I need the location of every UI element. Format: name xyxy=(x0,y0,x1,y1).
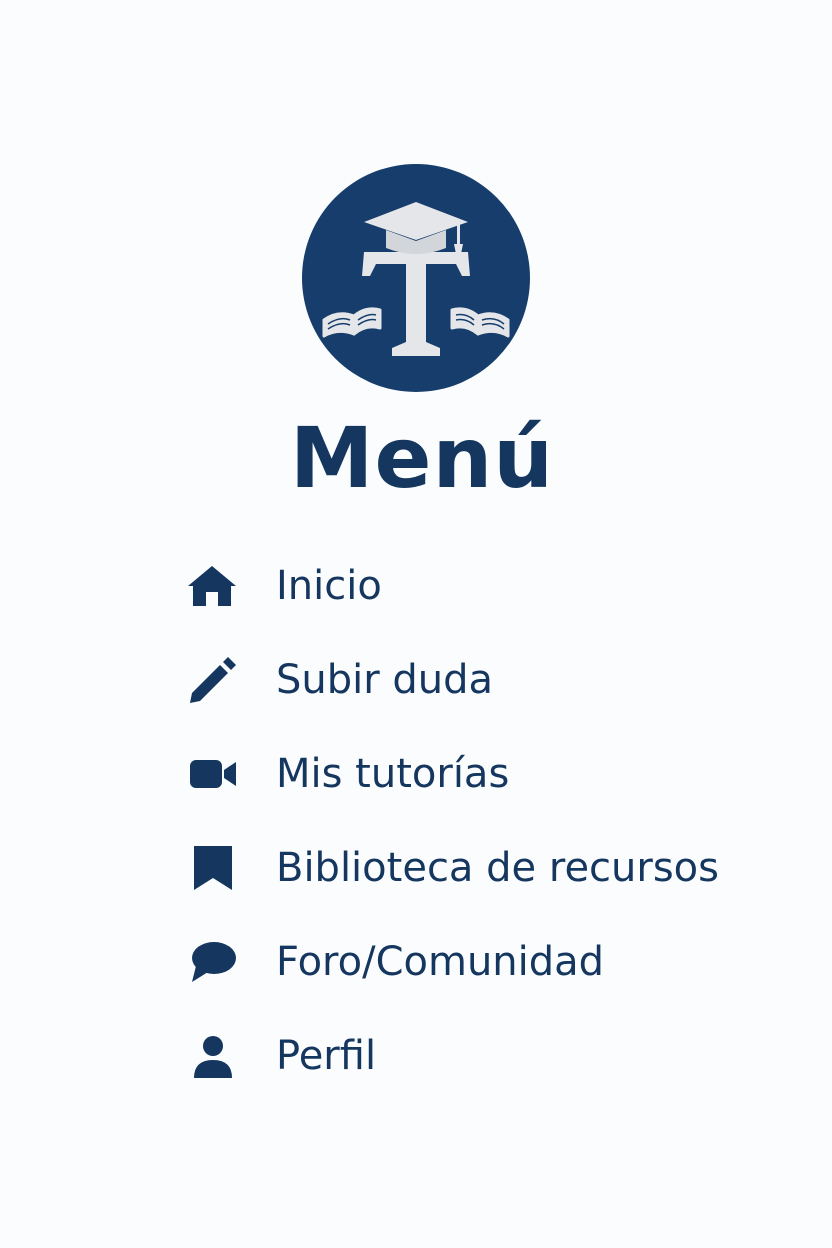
user-icon xyxy=(186,1028,242,1084)
home-icon xyxy=(186,558,242,614)
menu-item-label: Mis tutorías xyxy=(276,751,510,797)
menu-item-inicio[interactable]: Inicio xyxy=(186,556,826,616)
app-logo xyxy=(302,164,530,392)
menu-title: Menú xyxy=(289,409,555,507)
bookmark-icon xyxy=(186,840,242,896)
video-camera-icon xyxy=(186,746,242,802)
logo-emblem xyxy=(302,164,530,392)
pencil-icon xyxy=(186,652,242,708)
menu-item-label: Inicio xyxy=(276,563,382,609)
menu-item-subir-duda[interactable]: Subir duda xyxy=(186,650,826,710)
menu-item-mis-tutorias[interactable]: Mis tutorías xyxy=(186,744,826,804)
menu-item-label: Biblioteca de recursos xyxy=(276,845,719,891)
menu-item-foro[interactable]: Foro/Comunidad xyxy=(186,932,826,992)
menu-item-biblioteca[interactable]: Biblioteca de recursos xyxy=(186,838,826,898)
chat-bubble-icon xyxy=(186,934,242,990)
menu-item-perfil[interactable]: Perfil xyxy=(186,1026,826,1086)
menu-item-label: Subir duda xyxy=(276,657,494,703)
menu-item-label: Foro/Comunidad xyxy=(276,939,605,985)
menu-item-label: Perfil xyxy=(276,1033,377,1079)
menu-screen: Menú Inicio Subir duda Mis tutorías Bibl… xyxy=(0,0,832,1248)
